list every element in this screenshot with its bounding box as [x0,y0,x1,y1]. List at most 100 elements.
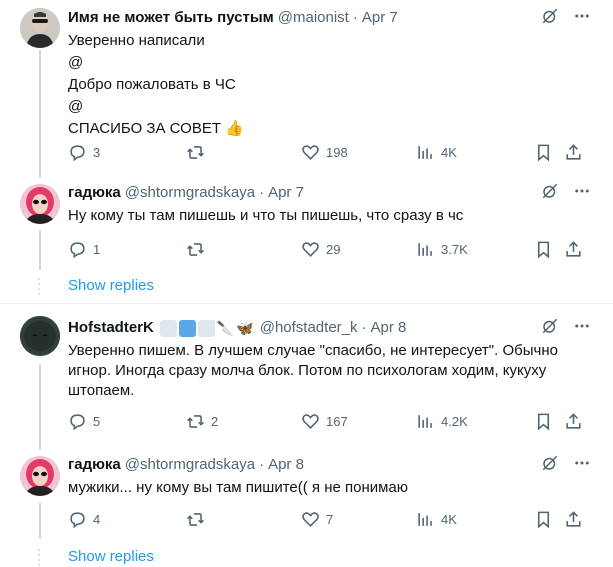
action-bar: 3 198 4K [68,142,588,162]
grok-icon[interactable] [541,7,559,30]
text-line: игнор. Иногда сразу молча блок. Потом по… [68,362,547,379]
more-options-icon[interactable] [573,454,591,477]
share-button[interactable] [564,239,583,259]
retweet-icon [187,512,204,526]
share-button[interactable] [564,142,583,162]
retweet-button[interactable] [186,239,211,259]
show-replies-link[interactable]: Show replies [68,276,154,296]
display-name[interactable]: Имя не может быть пустым [68,8,274,28]
separator-dot: · [361,319,367,336]
view-count: 3.7K [441,241,468,257]
text-line: СПАСИБО ЗА СОВЕТ 👍 [68,120,244,137]
tweet-text: Уверенно пишем. В лучшем случае "спасибо… [68,341,588,401]
retweet-button[interactable]: 2 [186,411,218,431]
bookmark-button[interactable] [534,239,553,259]
more-options-icon[interactable] [573,317,591,340]
reply-button[interactable]: 4 [68,509,100,529]
name-badges: 🔪 🦋 [159,318,256,338]
badge-square [178,319,196,337]
user-handle[interactable]: @maionist [278,8,349,28]
tweet-text: Ну кому ты там пишешь и что ты пишешь, ч… [68,206,588,226]
like-count: 198 [326,144,348,160]
reply-count: 5 [93,413,101,429]
more-options-icon[interactable] [573,7,591,30]
reply-button[interactable]: 5 [68,411,100,431]
share-button[interactable] [564,411,583,431]
tweet-text: Уверенно написали @ Добро пожаловать в Ч… [68,31,588,139]
views-button[interactable]: 4.2K [416,411,468,431]
heart-icon [302,241,319,257]
share-icon [566,240,581,257]
display-name[interactable]: гадюка [68,183,121,203]
views-button[interactable]: 3.7K [416,239,468,259]
user-handle[interactable]: @hofstadter_k [260,318,358,338]
grok-icon[interactable] [541,182,559,205]
show-replies-link[interactable]: Show replies [68,547,154,567]
more-options-icon[interactable] [573,182,591,205]
analytics-icon [418,512,432,526]
like-count: 7 [326,511,334,527]
view-count: 4.2K [441,413,468,429]
retweet-icon [187,145,204,159]
bookmark-button[interactable] [534,142,553,162]
analytics-icon [418,414,432,428]
grok-icon[interactable] [541,454,559,477]
text-line: штопаем. [68,382,135,399]
timestamp[interactable]: Apr 8 [268,455,304,475]
action-bar: 4 7 4K [68,509,588,529]
text-line: мужики... ну кому вы там пишите(( я не п… [68,479,409,496]
user-handle[interactable]: @shtormgradskaya [125,183,255,203]
grok-icon[interactable] [541,317,559,340]
views-button[interactable]: 4K [416,142,457,162]
analytics-icon [418,145,432,159]
bookmark-icon [537,413,550,430]
text-line: Уверенно пишем. В лучшем случае "спасибо… [68,342,558,359]
heart-icon [302,511,319,527]
retweet-icon [187,242,204,256]
retweet-count: 2 [211,413,219,429]
avatar[interactable] [20,456,60,496]
user-handle[interactable]: @shtormgradskaya [125,455,255,475]
retweet-button[interactable] [186,142,211,162]
reply-button[interactable]: 1 [68,239,100,259]
share-button[interactable] [564,509,583,529]
bookmark-button[interactable] [534,509,553,529]
reply-button[interactable]: 3 [68,142,100,162]
views-button[interactable]: 4K [416,509,457,529]
action-bar: 1 29 3.7K [68,239,588,259]
tweet[interactable]: Имя не может быть пустым @maionist · Apr… [0,0,613,175]
retweet-button[interactable] [186,509,211,529]
heart-icon [302,144,319,160]
retweet-icon [187,414,204,428]
share-icon [566,510,581,527]
avatar[interactable] [20,316,60,356]
tweet[interactable]: гадюка @shtormgradskaya · Apr 8 мужики..… [0,447,613,567]
like-button[interactable]: 7 [301,509,333,529]
view-count: 4K [441,511,457,527]
like-button[interactable]: 167 [301,411,348,431]
avatar[interactable] [20,8,60,48]
reply-count: 1 [93,241,101,257]
timestamp[interactable]: Apr 7 [362,8,398,28]
view-count: 4K [441,144,457,160]
share-icon [566,143,581,160]
text-line: @ [68,54,84,71]
thread-dots [38,549,40,566]
text-line: Уверенно написали [68,32,205,49]
tweet[interactable]: HofstadterK 🔪 🦋 @hofstadter_k · Apr 8 Ув… [0,310,613,445]
reply-icon [70,144,85,161]
like-button[interactable]: 29 [301,239,340,259]
text-line: Ну кому ты там пишешь и что ты пишешь, ч… [68,207,464,224]
display-name[interactable]: HofstadterK [68,318,154,338]
avatar[interactable] [20,184,60,224]
divider [0,303,613,304]
display-name[interactable]: гадюка [68,455,121,475]
timestamp[interactable]: Apr 7 [268,183,304,203]
like-count: 167 [326,413,348,429]
tweet[interactable]: гадюка @shtormgradskaya · Apr 7 Ну кому … [0,175,613,300]
thread-dots [38,278,40,295]
like-button[interactable]: 198 [301,142,348,162]
timestamp[interactable]: Apr 8 [371,318,407,338]
bookmark-button[interactable] [534,411,553,431]
share-icon [566,412,581,429]
